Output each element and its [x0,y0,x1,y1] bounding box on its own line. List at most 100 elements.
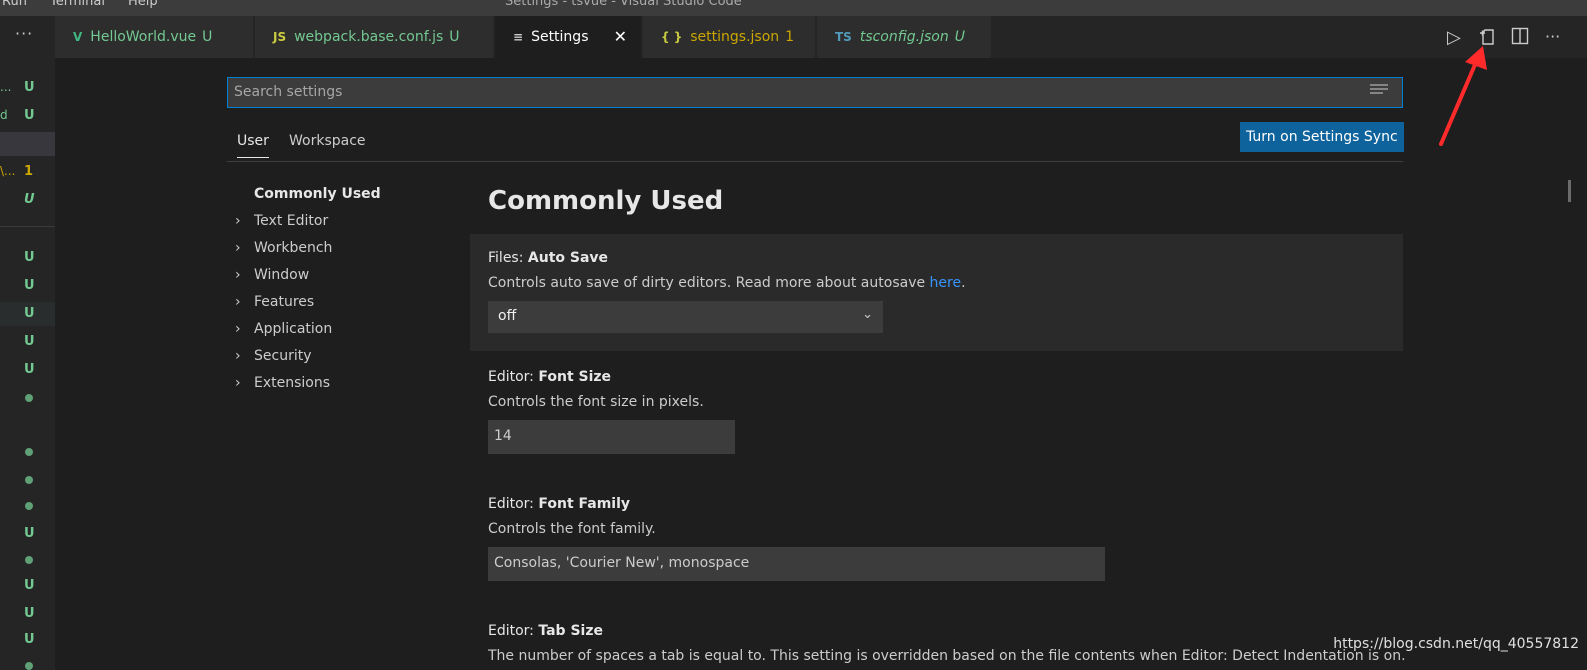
modified-dot-icon [25,394,33,402]
settings-toc: Commonly Used › Text Editor › Workbench › Wind… [227,186,447,402]
explorer-file-row[interactable]: U [0,574,55,598]
tab-label: webpack.base.conf.js [294,29,444,45]
explorer-file-row[interactable]: U [0,302,55,326]
tab-helloworld-vue[interactable]: V HelloWorld.vue U [55,16,254,58]
chevron-right-icon: › [235,213,241,229]
watermark: https://blog.csdn.net/qq_40557812 [1333,636,1579,652]
explorer-file-row[interactable]: U [0,522,55,546]
explorer-file-row[interactable] [0,494,55,518]
chevron-right-icon: › [235,294,241,310]
explorer-file-row[interactable] [0,654,55,670]
chevron-right-icon: › [235,321,241,337]
tab-settings-json[interactable]: { } settings.json 1 [643,16,816,58]
git-status-badge: U [24,526,35,541]
toc-item-text-editor[interactable]: › Text Editor [227,213,447,240]
setting-files-auto-save: Files: Auto Save Controls auto save of d… [470,234,1403,351]
toc-item-window[interactable]: › Window [227,267,447,294]
toc-item-application[interactable]: › Application [227,321,447,348]
auto-save-select[interactable]: off ⌄ [488,301,883,333]
tab-workspace[interactable]: Workspace [289,133,366,149]
toc-item-label: Security [254,348,312,364]
chevron-right-icon: › [235,348,241,364]
explorer-file-row[interactable]: U [0,188,55,212]
explorer-file-row[interactable] [0,386,55,410]
search-placeholder: Search settings [234,84,343,100]
section-title: Commonly Used [488,186,724,216]
font-family-input[interactable]: Consolas, 'Courier New', monospace [488,547,1105,581]
toc-item-security[interactable]: › Security [227,348,447,375]
chevron-down-icon: ⌄ [862,307,873,322]
explorer-file-row[interactable] [0,414,55,438]
git-status-badge: U [24,306,35,321]
tab-status-badge: U [202,29,213,45]
turn-on-settings-sync-button[interactable]: Turn on Settings Sync [1240,122,1404,152]
file-name-fragment: \... [0,164,16,178]
settings-list: Commonly Used Files: Auto Save Controls … [470,182,1406,670]
setting-editor-font-family: Editor: Font Family Controls the font fa… [470,472,1403,599]
explorer-file-row[interactable]: U [0,246,55,270]
git-status-badge: U [24,578,35,593]
toc-item-commonly-used[interactable]: Commonly Used [227,186,447,213]
toc-item-label: Workbench [254,240,333,256]
clear-filter-icon[interactable] [1370,84,1388,98]
tab-webpack-base-conf-js[interactable]: JS webpack.base.conf.js U [255,16,494,58]
tab-settings[interactable]: ≡ Settings ✕ [495,16,642,58]
menu-run[interactable]: Run [2,0,27,9]
git-status-badge: 1 [24,164,34,179]
modified-dot-icon [25,556,33,564]
tab-user[interactable]: User [237,133,269,158]
git-status-badge: U [24,192,35,207]
toc-item-label: Window [254,267,310,283]
modified-dot-icon [25,502,33,510]
setting-title: Files: Auto Save [488,250,609,266]
close-tab-icon[interactable]: ✕ [614,27,627,46]
explorer-file-row[interactable]: \... 1 [0,160,55,184]
sidebar-more-icon[interactable]: ··· [15,24,33,43]
explorer-file-row[interactable]: U [0,358,55,382]
tab-status-badge: U [954,29,965,45]
setting-description: Controls the font family. [488,521,656,537]
file-name-fragment: d [0,108,8,122]
setting-description: The number of spaces a tab is equal to. … [488,648,1406,664]
git-status-badge: U [24,108,35,123]
toc-item-label: Application [254,321,333,337]
more-actions-icon[interactable]: ··· [1545,27,1560,46]
explorer-file-row[interactable]: U [0,274,55,298]
scrollbar-thumb[interactable] [1568,180,1571,202]
setting-title: Editor: Font Family [488,496,631,512]
toc-item-label: Features [254,294,315,310]
settings-editor: Search settings User Workspace Turn on S… [55,58,1587,670]
toc-item-features[interactable]: › Features [227,294,447,321]
git-status-badge: U [24,250,35,265]
toc-item-workbench[interactable]: › Workbench [227,240,447,267]
modified-dot-icon [25,448,33,456]
autosave-here-link[interactable]: here [930,275,962,291]
explorer-file-row[interactable] [0,132,55,156]
toc-item-extensions[interactable]: › Extensions [227,375,447,402]
tab-status-badge: 1 [785,29,795,45]
explorer-file-row[interactable]: U [0,602,55,626]
chevron-right-icon: › [235,240,241,256]
menu-terminal[interactable]: Terminal [50,0,105,9]
explorer-file-row[interactable]: ... U [0,76,55,100]
explorer-file-row[interactable]: U [0,330,55,354]
setting-editor-font-size: Editor: Font Size Controls the font size… [470,351,1403,472]
explorer-file-row[interactable]: dU [0,104,55,128]
explorer-file-row[interactable] [0,548,55,572]
explorer-file-row[interactable] [0,468,55,492]
explorer-file-row[interactable] [0,440,55,464]
editor-tab-bar: V HelloWorld.vue U JS webpack.base.conf.js U ≡… [55,16,1587,58]
search-settings-input[interactable]: Search settings [227,77,1403,108]
git-status-badge: U [24,278,35,293]
split-editor-icon[interactable] [1511,27,1529,50]
tab-tsconfig-json[interactable]: TS tsconfig.json U [817,16,992,58]
font-size-input[interactable]: 14 [488,420,735,454]
modified-dot-icon [25,476,33,484]
menu-help[interactable]: Help [128,0,158,9]
git-status-badge: U [24,362,35,377]
file-type-icon: TS [835,30,852,44]
file-type-icon: ≡ [513,30,524,44]
explorer-file-row[interactable]: U [0,628,55,652]
setting-title: Editor: Font Size [488,369,612,385]
chevron-right-icon: › [235,375,241,391]
